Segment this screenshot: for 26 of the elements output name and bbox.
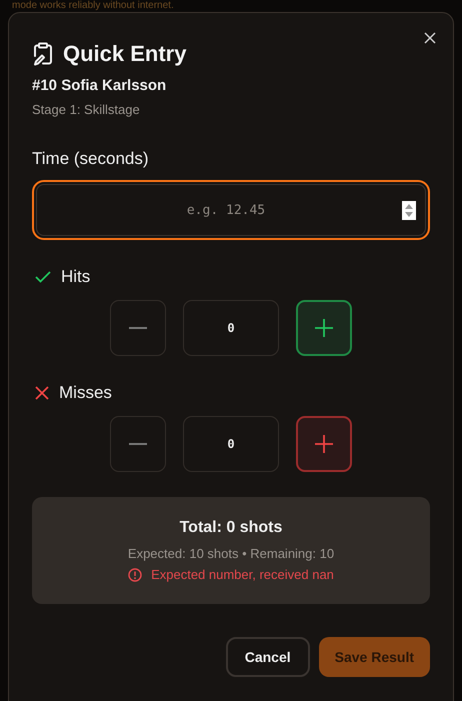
cancel-button[interactable]: Cancel <box>226 637 310 677</box>
competitor-name: #10 Sofia Karlsson <box>32 77 168 94</box>
increment-button[interactable] <box>296 300 352 356</box>
dialog-title: Quick Entry <box>63 41 186 67</box>
stage-label: Stage 1: Skillstage <box>32 102 141 117</box>
cross-icon <box>35 386 49 400</box>
banner-text: mode works reliably without internet. <box>12 0 174 11</box>
increment-button[interactable] <box>296 416 352 472</box>
minus-icon <box>129 443 147 445</box>
time-input-field[interactable]: e.g. 12.45 <box>34 182 428 238</box>
expected-text: Expected: 10 shots • Remaining: 10 <box>128 546 334 561</box>
plus-icon <box>315 435 333 453</box>
plus-icon <box>315 319 333 337</box>
alert-icon <box>128 568 142 582</box>
counter-label: Hits <box>61 267 90 287</box>
close-icon[interactable] <box>424 32 436 44</box>
count-field[interactable]: 0 <box>183 300 279 356</box>
count-field[interactable]: 0 <box>183 416 279 472</box>
total-text: Total: 0 shots <box>180 519 282 537</box>
error-message: Expected number, received nan <box>151 567 334 582</box>
time-label: Time (seconds) <box>32 149 150 169</box>
checkmark-icon <box>35 271 51 283</box>
clipboard-pen-icon <box>32 42 54 66</box>
counter-label: Misses <box>59 383 112 403</box>
minus-icon <box>129 327 147 329</box>
spinner-icon[interactable] <box>402 200 416 220</box>
